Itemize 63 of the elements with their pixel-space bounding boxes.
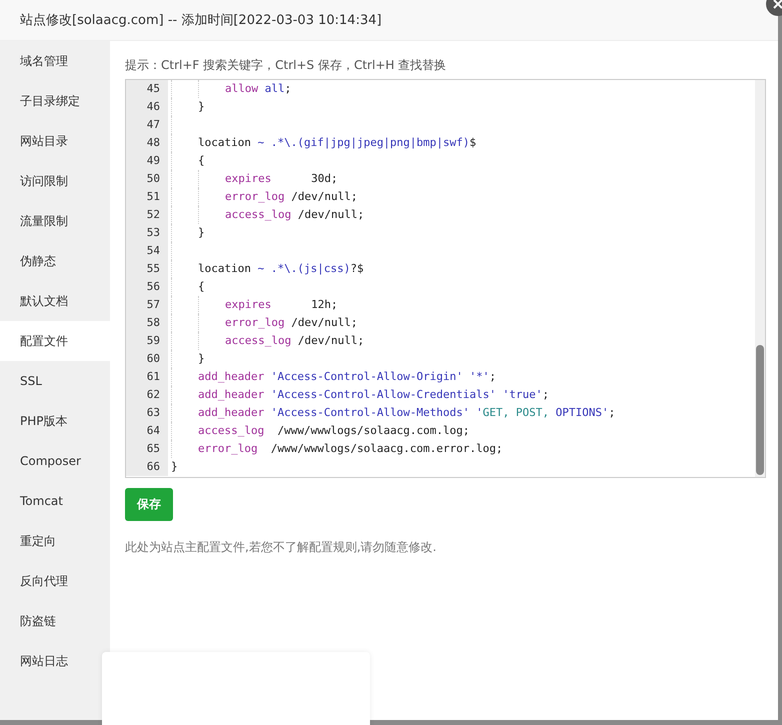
line-number: 64 <box>126 422 168 440</box>
sidebar-item[interactable]: 网站日志 <box>0 641 110 681</box>
code-line: allow all; <box>225 81 292 97</box>
line-number: 53 <box>126 224 168 242</box>
sidebar-item[interactable]: PHP版本 <box>0 401 110 441</box>
code-line: error_log /dev/null; <box>225 189 358 205</box>
sidebar-item[interactable]: 流量限制 <box>0 201 110 241</box>
window-title: 站点修改[solaacg.com] -- 添加时间[2022-03-03 10:14:34] <box>20 12 382 29</box>
sidebar-item[interactable]: 伪静态 <box>0 241 110 281</box>
note-text: 此处为站点主配置文件,若您不了解配置规则,请勿随意修改. <box>125 539 438 556</box>
code-line: location ~ .*\.(js|css)?$ <box>198 261 364 277</box>
code-line: } <box>198 225 205 241</box>
sidebar-item[interactable]: 反向代理 <box>0 561 110 601</box>
line-number: 48 <box>126 134 168 152</box>
line-number: 49 <box>126 152 168 170</box>
code-line: access_log /www/wwwlogs/solaacg.com.log; <box>198 423 470 439</box>
code-editor[interactable] <box>125 79 766 478</box>
code-line: expires 30d; <box>225 171 338 187</box>
sidebar-item[interactable]: 网站目录 <box>0 121 110 161</box>
line-number: 63 <box>126 404 168 422</box>
code-line: add_header 'Access-Control-Allow-Origin' '*'; <box>198 369 496 385</box>
line-number: 46 <box>126 98 168 116</box>
code-line: expires 12h; <box>225 297 338 313</box>
code-line: error_log /dev/null; <box>225 315 358 331</box>
sidebar-item[interactable]: SSL <box>0 361 110 401</box>
code-line: { <box>198 279 205 295</box>
line-number: 60 <box>126 350 168 368</box>
line-number: 61 <box>126 368 168 386</box>
code-line: add_header 'Access-Control-Allow-Credentials' 'true'; <box>198 387 550 403</box>
sidebar-item[interactable]: 配置文件 <box>0 321 110 361</box>
code-line: } <box>171 459 178 475</box>
scrollbar[interactable] <box>755 80 765 477</box>
line-number: 65 <box>126 440 168 458</box>
line-number: 66 <box>126 458 168 476</box>
code-line: } <box>198 351 205 367</box>
sidebar-item[interactable]: Tomcat <box>0 481 110 521</box>
line-number: 45 <box>126 80 168 98</box>
sidebar-item[interactable]: 子目录绑定 <box>0 81 110 121</box>
line-number: 52 <box>126 206 168 224</box>
line-number: 54 <box>126 242 168 260</box>
line-number: 59 <box>126 332 168 350</box>
code-line: } <box>198 99 205 115</box>
line-number: 56 <box>126 278 168 296</box>
line-number: 55 <box>126 260 168 278</box>
sidebar-item[interactable]: 重定向 <box>0 521 110 561</box>
code-line: location ~ .*\.(gif|jpg|jpeg|png|bmp|swf)$ <box>198 135 476 151</box>
sidebar-item[interactable]: 域名管理 <box>0 41 110 81</box>
code-line: add_header 'Access-Control-Allow-Methods' 'GET, POST, OPTIONS'; <box>198 405 616 421</box>
sidebar-item[interactable]: 防盗链 <box>0 601 110 641</box>
line-number: 62 <box>126 386 168 404</box>
code-line: access_log /dev/null; <box>225 207 364 223</box>
sidebar-item[interactable]: 访问限制 <box>0 161 110 201</box>
line-number: 47 <box>126 116 168 134</box>
hint-text: 提示：Ctrl+F 搜索关键字，Ctrl+S 保存，Ctrl+H 查找替换 <box>125 57 448 74</box>
line-number: 50 <box>126 170 168 188</box>
line-number: 58 <box>126 314 168 332</box>
line-number: 57 <box>126 296 168 314</box>
code-line: error_log /www/wwwlogs/solaacg.com.error.log; <box>198 441 503 457</box>
line-number: 51 <box>126 188 168 206</box>
code-line: access_log /dev/null; <box>225 333 364 349</box>
sidebar-item[interactable]: 默认文档 <box>0 281 110 321</box>
sidebar-item[interactable]: Composer <box>0 441 110 481</box>
code-line: { <box>198 153 205 169</box>
